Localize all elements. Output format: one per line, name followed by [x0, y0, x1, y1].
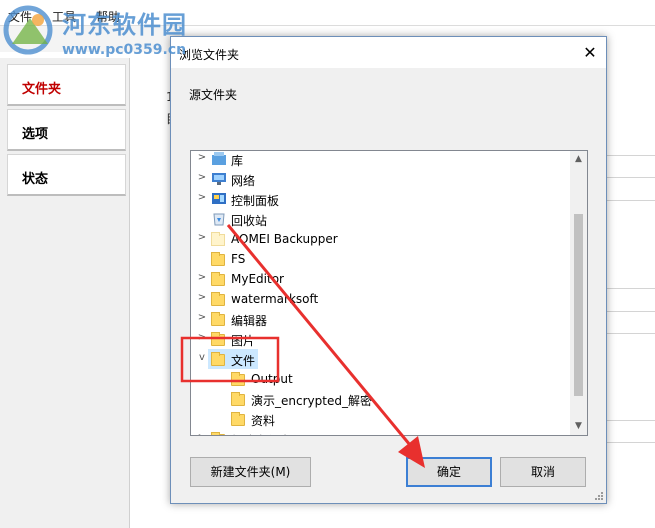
divider [600, 200, 655, 201]
chevron-right-icon[interactable]: > [196, 152, 208, 166]
tree-item[interactable]: > 控制面板 [191, 189, 571, 209]
tree-item-label: 网络 [231, 174, 256, 188]
scroll-down-icon[interactable]: ▼ [570, 418, 587, 435]
tree-item-label: AOMEI Backupper [231, 232, 338, 246]
chevron-right-icon[interactable]: > [196, 312, 208, 326]
tree-item-label: 图片 [231, 334, 256, 348]
chevron-right-icon[interactable]: > [196, 332, 208, 346]
side-tab-options[interactable]: 选项 [7, 109, 126, 151]
tree-item-label: 新建文件夹 [231, 432, 291, 435]
folder-icon [211, 232, 225, 246]
folder-icon [231, 392, 245, 406]
folder-tree[interactable]: > 库 > 网络 > 控制面板 回收站 > AOMEI Backupper FS > MyEditor… [190, 150, 588, 436]
tree-item[interactable]: v 文件 [191, 349, 571, 369]
menu-file[interactable]: 文件 [8, 8, 32, 25]
tree-item-label: 演示_encrypted_解密 [251, 394, 372, 408]
tree-item[interactable]: > 新建文件夹 [191, 429, 571, 435]
side-tab-status[interactable]: 状态 [7, 154, 126, 196]
tree-item-label: 控制面板 [231, 194, 280, 208]
control-panel-icon [211, 191, 227, 206]
chevron-right-icon[interactable]: > [196, 172, 208, 186]
folder-icon [211, 352, 225, 366]
divider [600, 177, 655, 178]
close-icon[interactable]: ✕ [574, 37, 606, 68]
folder-icon [211, 432, 225, 435]
tree-item-label: 资料 [251, 414, 276, 428]
folder-icon [211, 252, 225, 266]
divider [600, 288, 655, 289]
app-sidepanel: 文件夹 选项 状态 [0, 58, 130, 528]
chevron-right-icon [216, 412, 228, 426]
chevron-down-icon[interactable]: v [196, 352, 208, 366]
side-tab-label: 文件夹 [22, 82, 62, 97]
tree-item[interactable]: Output [191, 369, 571, 389]
folder-icon [231, 412, 245, 426]
chevron-right-icon[interactable]: > [196, 292, 208, 306]
chevron-right-icon [216, 392, 228, 406]
network-icon [211, 171, 227, 186]
folder-icon [231, 372, 245, 386]
scroll-up-icon[interactable]: ▲ [570, 151, 587, 168]
side-tab-folder[interactable]: 文件夹 [7, 64, 126, 106]
tree-item-label: 回收站 [231, 214, 268, 228]
cancel-button[interactable]: 取消 [500, 457, 586, 487]
tree-item[interactable]: FS [191, 249, 571, 269]
ok-button[interactable]: 确定 [406, 457, 492, 487]
tree-item[interactable]: > watermarksoft [191, 289, 571, 309]
tree-item[interactable]: > 编辑器 [191, 309, 571, 329]
chevron-right-icon [196, 212, 208, 226]
side-tab-label: 状态 [22, 172, 49, 187]
tree-item[interactable]: 资料 [191, 409, 571, 429]
tree-item[interactable]: > 网络 [191, 169, 571, 189]
menu-tools[interactable]: 工具 [52, 8, 76, 25]
chevron-right-icon [216, 372, 228, 386]
divider [600, 442, 655, 443]
tree-item[interactable]: > 图片 [191, 329, 571, 349]
resize-grip-icon[interactable] [594, 491, 604, 501]
tree-item-label: 编辑器 [231, 314, 268, 328]
tree-item[interactable]: > AOMEI Backupper [191, 229, 571, 249]
folder-icon [211, 272, 225, 286]
chevron-right-icon[interactable]: > [196, 432, 208, 435]
divider [600, 155, 655, 156]
tree-item[interactable]: 回收站 [191, 209, 571, 229]
app-toolbar [0, 26, 180, 52]
divider [600, 420, 655, 421]
app-menubar: 文件 工具 帮助 [0, 0, 655, 26]
tree-item[interactable]: 演示_encrypted_解密 [191, 389, 571, 409]
folder-icon [211, 292, 225, 306]
chevron-right-icon [196, 252, 208, 266]
chevron-right-icon[interactable]: > [196, 192, 208, 206]
recycle-bin-icon [211, 211, 227, 226]
folder-icon [211, 332, 225, 346]
menu-help[interactable]: 帮助 [96, 8, 120, 25]
library-icon [211, 151, 227, 166]
scroll-thumb[interactable] [574, 214, 583, 396]
tree-scrollbar[interactable]: ▲ ▼ [570, 151, 587, 435]
dialog-description: 源文件夹 [189, 88, 238, 102]
divider [600, 333, 655, 334]
chevron-right-icon[interactable]: > [196, 272, 208, 286]
tree-item-label: FS [231, 252, 246, 266]
tree-item[interactable]: > MyEditor [191, 269, 571, 289]
tree-item-label: 库 [231, 154, 244, 168]
tree-item-label: Output [251, 372, 293, 386]
tree-item-label: watermarksoft [231, 292, 319, 306]
tree-item[interactable]: > 库 [191, 151, 571, 169]
browse-folder-dialog: 浏览文件夹 ✕ 源文件夹 > 库 > 网络 > 控制面板 回收站 > AOMEI Backupp… [170, 36, 607, 504]
divider [600, 311, 655, 312]
dialog-title: 浏览文件夹 [179, 48, 240, 62]
chevron-right-icon[interactable]: > [196, 232, 208, 246]
tree-item-label: 文件 [231, 354, 256, 368]
dialog-titlebar[interactable]: 浏览文件夹 ✕ [171, 37, 606, 68]
side-tab-label: 选项 [22, 127, 49, 142]
tree-item-label: MyEditor [231, 272, 284, 286]
new-folder-button[interactable]: 新建文件夹(M) [190, 457, 311, 487]
folder-icon [211, 312, 225, 326]
